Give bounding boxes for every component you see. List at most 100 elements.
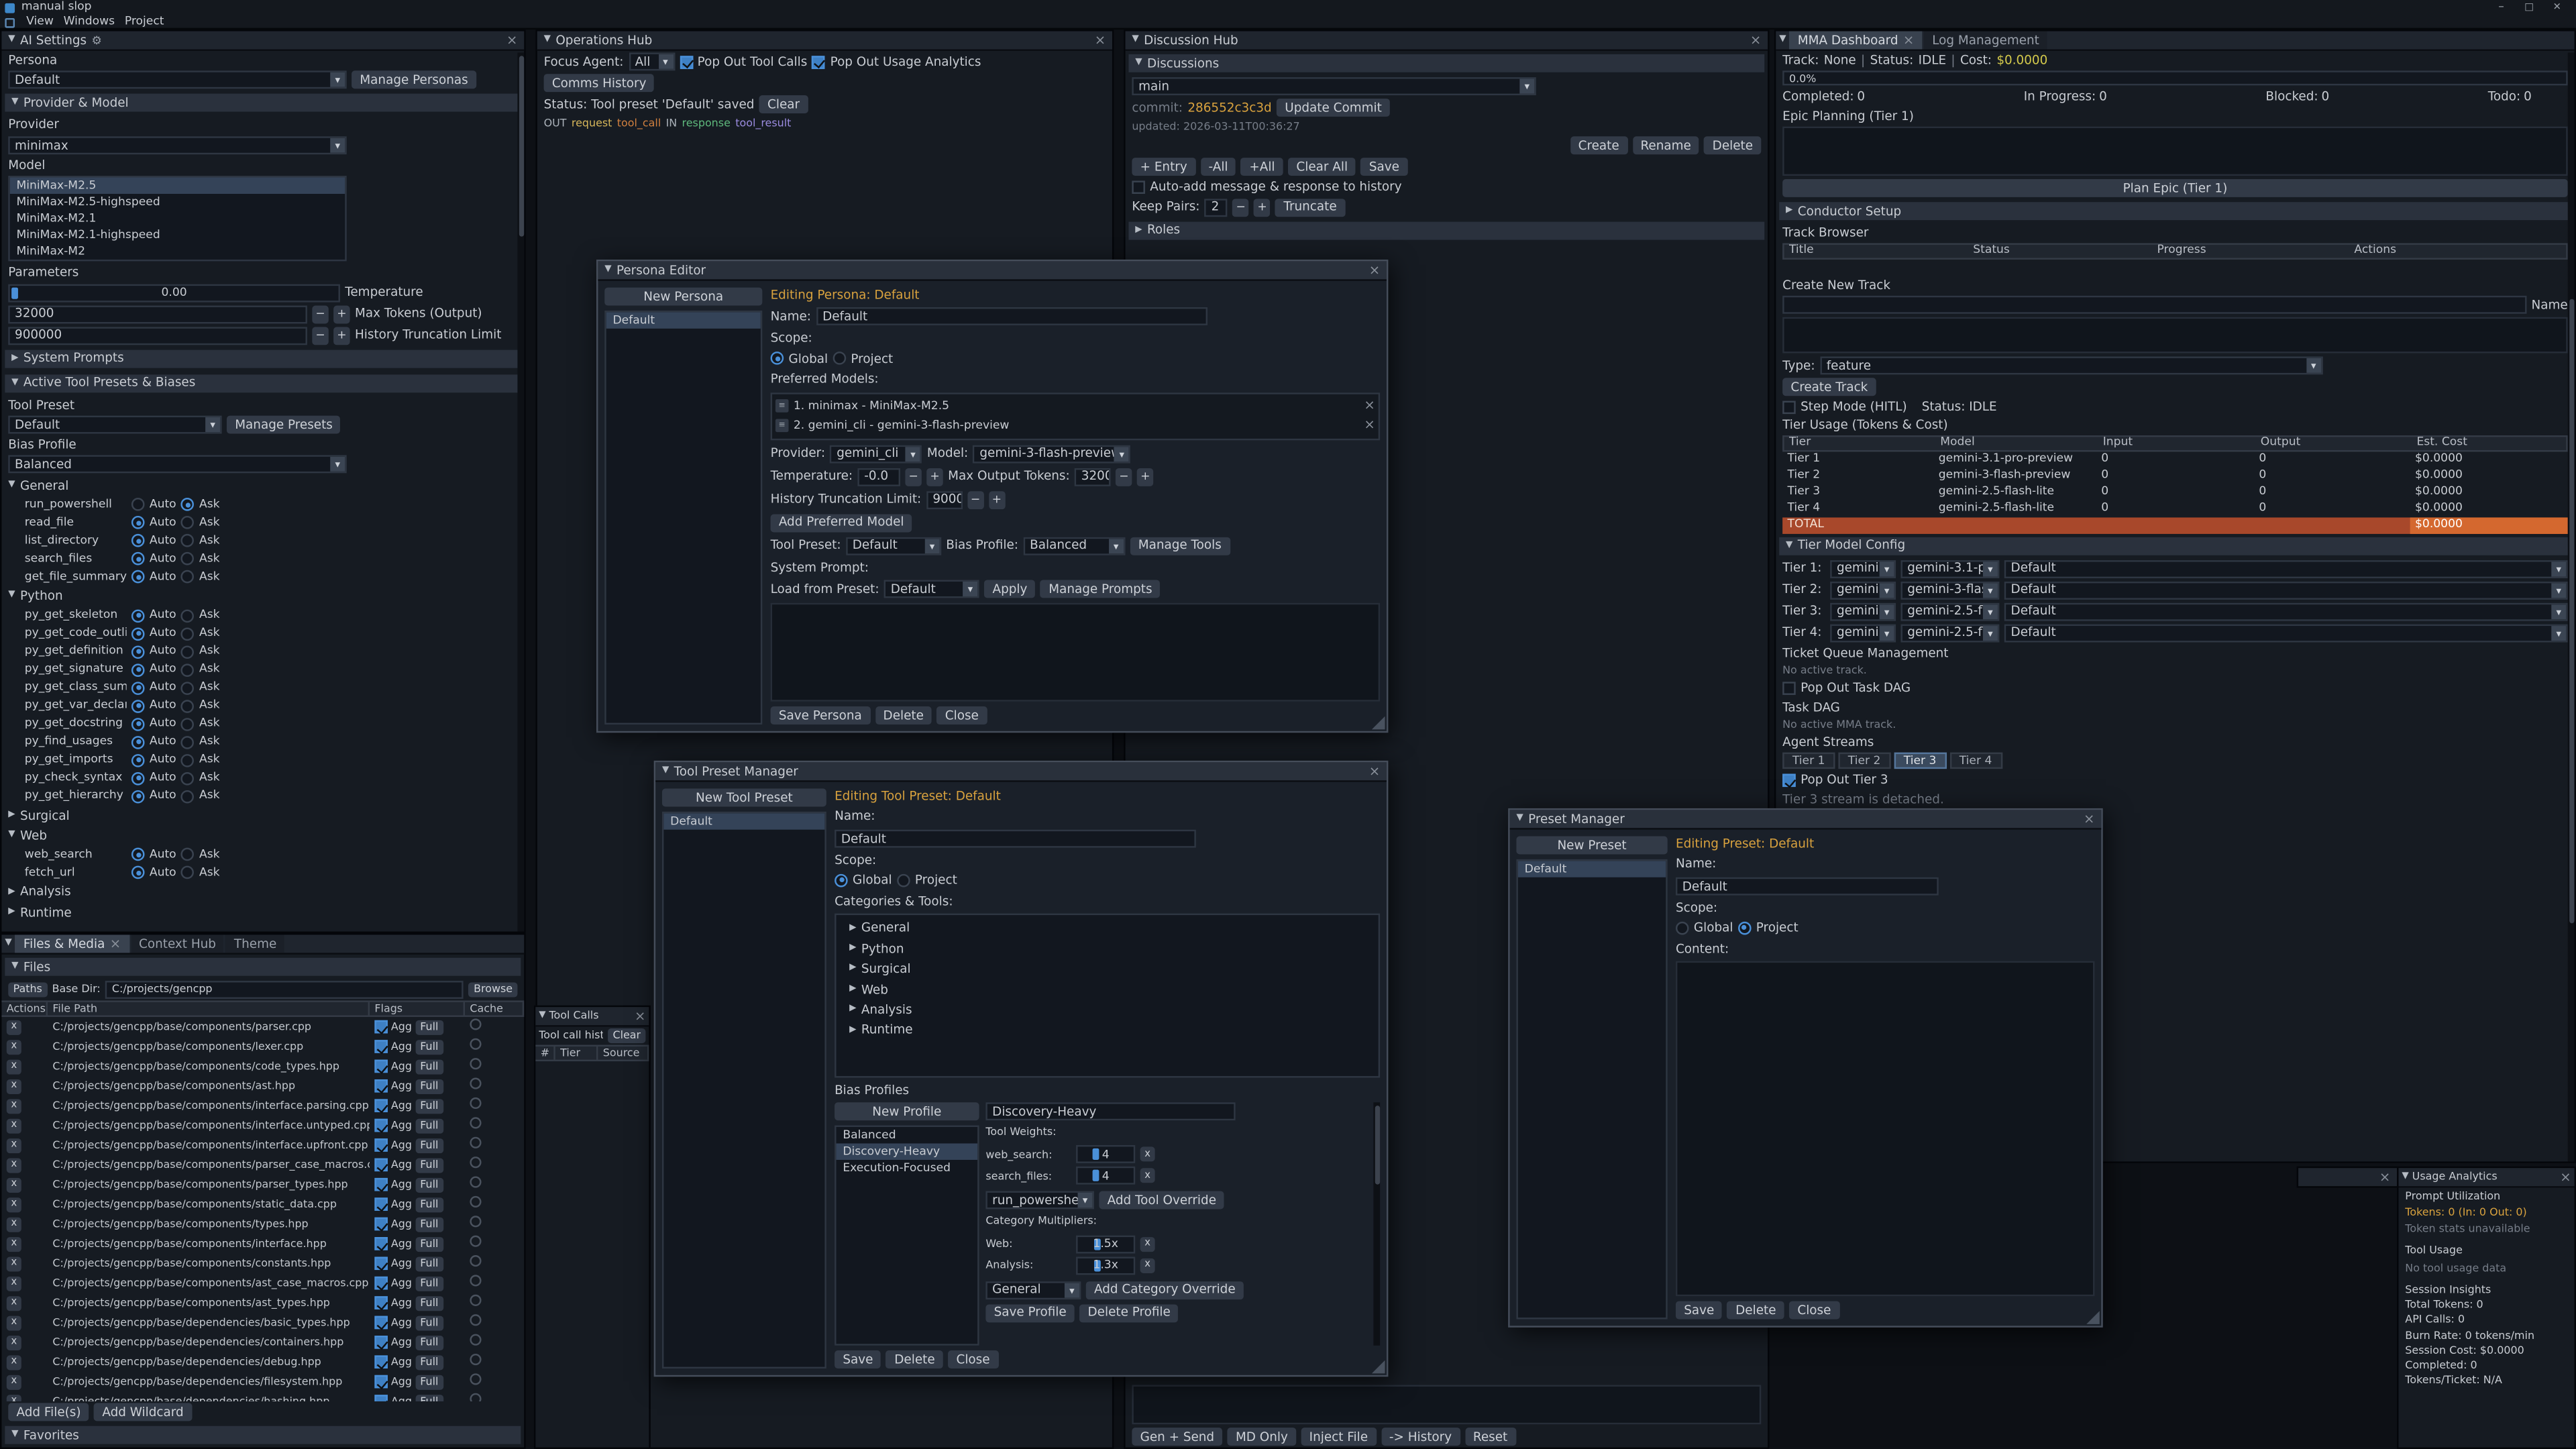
- add-category-override-button[interactable]: Add Category Override: [1086, 1281, 1244, 1299]
- ai-settings-titlebar[interactable]: AI Settings: [1, 32, 524, 51]
- agg-checkbox[interactable]: [374, 1336, 388, 1349]
- scrollbar[interactable]: [517, 52, 524, 931]
- tab[interactable]: Theme: [226, 934, 285, 953]
- add-entry-button[interactable]: + Entry: [1132, 158, 1195, 176]
- browse-button[interactable]: Browse: [469, 982, 518, 997]
- agg-checkbox[interactable]: [374, 1099, 388, 1112]
- auto-radio[interactable]: [131, 790, 145, 803]
- chevron-down-icon[interactable]: [1519, 79, 1534, 94]
- project-radio[interactable]: [833, 352, 846, 366]
- action-button[interactable]: -> History: [1381, 1428, 1460, 1446]
- tool-calls-titlebar[interactable]: Tool Calls: [535, 1007, 649, 1026]
- chevron-down-icon[interactable]: [1880, 582, 1894, 597]
- close-icon[interactable]: [1369, 264, 1380, 277]
- full-button[interactable]: Full: [415, 1079, 443, 1093]
- collapse-arrow-icon[interactable]: [544, 35, 551, 46]
- add-tool-override-button[interactable]: Add Tool Override: [1099, 1191, 1224, 1210]
- auto-radio[interactable]: [131, 681, 145, 694]
- category-toggle[interactable]: Analysis: [839, 1000, 1375, 1020]
- full-button[interactable]: Full: [415, 1216, 443, 1231]
- category-toggle[interactable]: Web: [839, 979, 1375, 1000]
- weight-slider[interactable]: 4: [1076, 1146, 1135, 1164]
- ask-radio[interactable]: [181, 570, 195, 584]
- decrement-button[interactable]: [906, 468, 922, 486]
- analysis-section-toggle[interactable]: Analysis: [1, 881, 524, 902]
- chevron-down-icon[interactable]: [924, 538, 939, 553]
- chevron-down-icon[interactable]: [1983, 625, 1998, 640]
- full-button[interactable]: Full: [415, 1157, 443, 1172]
- remove-file-button[interactable]: x: [7, 1236, 21, 1251]
- truncate-button[interactable]: Truncate: [1275, 198, 1345, 216]
- full-button[interactable]: Full: [415, 1236, 443, 1251]
- persona-editor-titlebar[interactable]: Persona Editor: [598, 261, 1387, 280]
- auto-radio[interactable]: [131, 570, 145, 584]
- stream-tab[interactable]: Tier 2: [1838, 753, 1890, 769]
- cache-indicator[interactable]: [470, 1256, 481, 1267]
- agg-checkbox[interactable]: [374, 1355, 388, 1368]
- increment-button[interactable]: [1254, 198, 1270, 216]
- clear-history-button[interactable]: Clear: [608, 1028, 645, 1043]
- remove-file-button[interactable]: x: [7, 1217, 21, 1232]
- remove-file-button[interactable]: x: [7, 1158, 21, 1173]
- full-button[interactable]: Full: [415, 1256, 443, 1271]
- delete-button[interactable]: Delete: [1727, 1301, 1784, 1320]
- chevron-down-icon[interactable]: [1880, 561, 1894, 576]
- chevron-down-icon[interactable]: [1983, 561, 1998, 576]
- track-type-select[interactable]: feature: [1820, 356, 2322, 374]
- cache-indicator[interactable]: [470, 1374, 481, 1385]
- discussion-hub-titlebar[interactable]: Discussion Hub: [1126, 32, 1768, 51]
- auto-radio[interactable]: [131, 498, 145, 511]
- agg-checkbox[interactable]: [374, 1197, 388, 1211]
- tier-preset-select[interactable]: Default: [2004, 624, 2568, 642]
- tool-override-select[interactable]: run_powershell: [985, 1191, 1094, 1210]
- max-output-input[interactable]: 32000: [1075, 468, 1111, 486]
- remove-file-button[interactable]: x: [7, 1059, 21, 1074]
- auto-radio[interactable]: [131, 645, 145, 658]
- files-header[interactable]: Files: [5, 958, 521, 976]
- cache-indicator[interactable]: [470, 1315, 481, 1326]
- chevron-down-icon[interactable]: [2551, 604, 2566, 619]
- delete-profile-button[interactable]: Delete Profile: [1079, 1303, 1179, 1322]
- remove-file-button[interactable]: x: [7, 1177, 21, 1192]
- remove-file-button[interactable]: x: [7, 1295, 21, 1310]
- cache-indicator[interactable]: [470, 1197, 481, 1208]
- decrement-button[interactable]: [967, 490, 983, 508]
- history-limit-input[interactable]: 900000: [926, 490, 963, 508]
- full-button[interactable]: Full: [415, 1138, 443, 1152]
- favorites-header[interactable]: Favorites: [5, 1426, 521, 1444]
- agg-checkbox[interactable]: [374, 1256, 388, 1270]
- track-description-input[interactable]: [1782, 317, 2568, 353]
- tier-provider-select[interactable]: gemini: [1830, 602, 1896, 621]
- full-button[interactable]: Full: [415, 1118, 443, 1133]
- pop-out-tool-calls-checkbox[interactable]: [680, 55, 693, 68]
- increment-button[interactable]: [333, 305, 350, 323]
- tier-model-select[interactable]: gemini-3-flash-preview: [1900, 581, 1999, 599]
- full-button[interactable]: Full: [415, 1098, 443, 1113]
- action-button[interactable]: Gen + Send: [1132, 1428, 1222, 1446]
- project-radio[interactable]: [1738, 921, 1752, 934]
- epic-planning-input[interactable]: [1782, 127, 2568, 176]
- multiplier-slider[interactable]: 1.3x: [1076, 1256, 1135, 1274]
- auto-radio[interactable]: [131, 516, 145, 529]
- general-section-toggle[interactable]: General: [1, 475, 524, 495]
- agg-checkbox[interactable]: [374, 1079, 388, 1093]
- apply-button[interactable]: Apply: [984, 580, 1035, 598]
- remove-weight-button[interactable]: x: [1140, 1169, 1155, 1183]
- full-button[interactable]: Full: [415, 1020, 443, 1034]
- remove-file-button[interactable]: x: [7, 1354, 21, 1369]
- remove-file-button[interactable]: x: [7, 1394, 21, 1401]
- minimize-button[interactable]: [2494, 0, 2509, 14]
- ask-radio[interactable]: [181, 552, 195, 566]
- full-button[interactable]: Full: [415, 1295, 443, 1310]
- manage-tools-button[interactable]: Manage Tools: [1130, 537, 1230, 555]
- list-item[interactable]: Default: [1518, 861, 1666, 877]
- save-button[interactable]: Save: [1676, 1301, 1723, 1320]
- agg-checkbox[interactable]: [374, 1316, 388, 1330]
- cache-indicator[interactable]: [470, 1019, 481, 1030]
- tab[interactable]: Context Hub: [131, 934, 224, 953]
- increment-button[interactable]: [333, 326, 350, 344]
- agg-checkbox[interactable]: [374, 1237, 388, 1250]
- save-persona-button[interactable]: Save Persona: [771, 706, 870, 724]
- full-button[interactable]: Full: [415, 1039, 443, 1054]
- tier-preset-select[interactable]: Default: [2004, 602, 2568, 621]
